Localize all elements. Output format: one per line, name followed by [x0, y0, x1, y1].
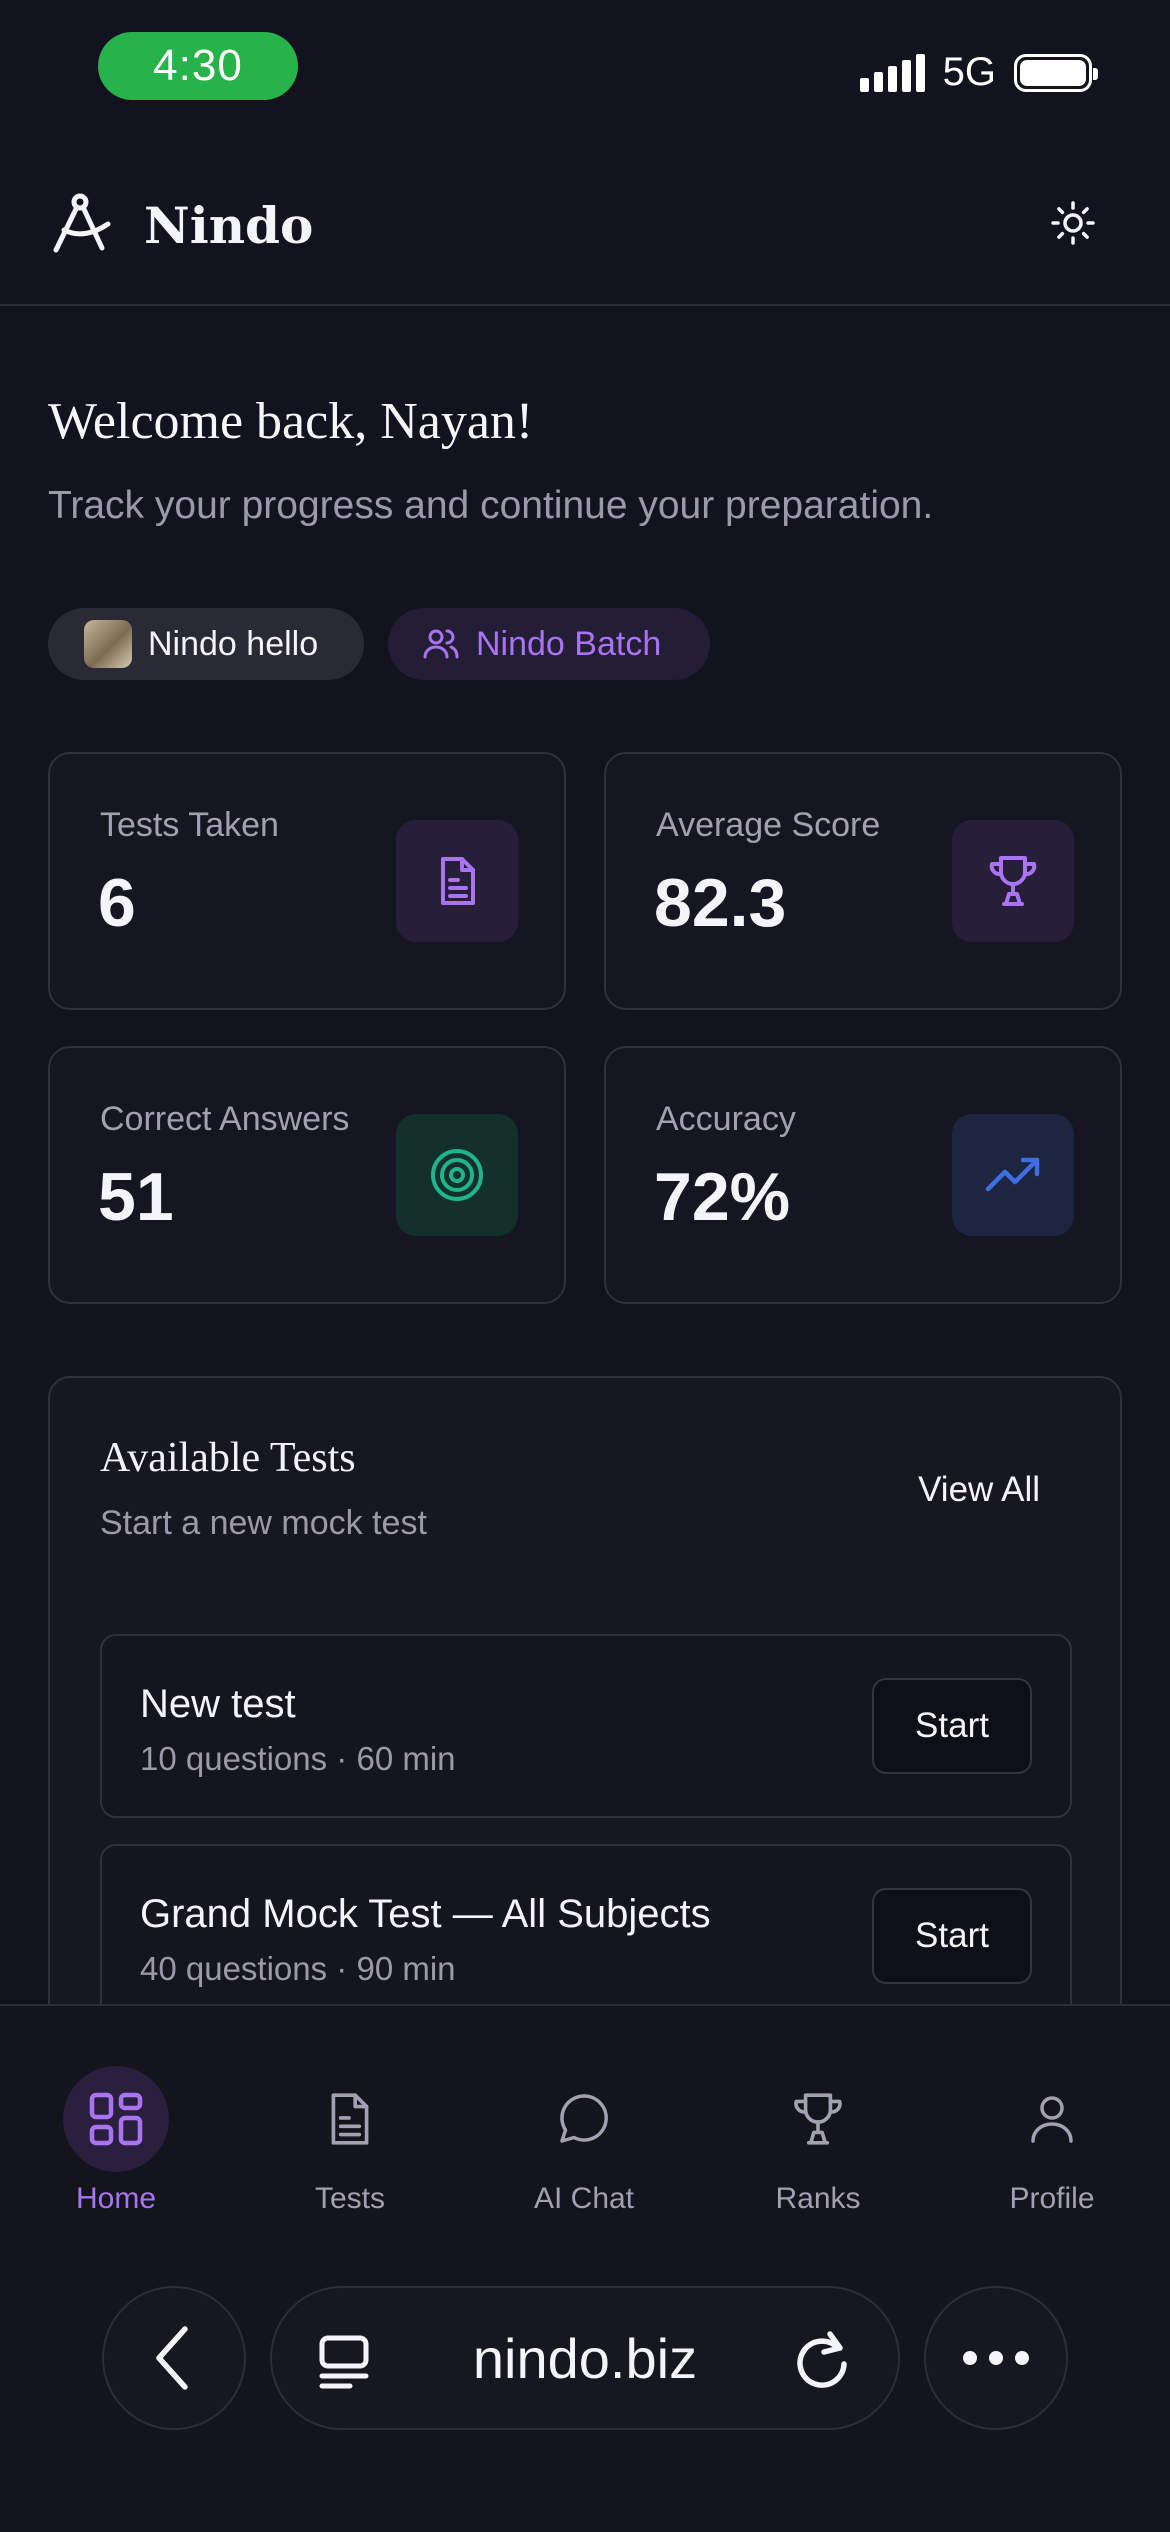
stat-value: 72% — [654, 1159, 791, 1235]
start-button[interactable]: Start — [872, 1678, 1032, 1774]
compass-logo-icon — [50, 190, 116, 256]
section-title: Available Tests — [100, 1435, 356, 1481]
user-chip[interactable]: Nindo hello — [48, 608, 364, 680]
browser-back-button[interactable] — [102, 2286, 246, 2430]
brand-name[interactable]: Nindo — [144, 196, 313, 255]
home-grid-icon — [63, 2066, 169, 2172]
view-all-link[interactable]: View All — [918, 1470, 1040, 1510]
stat-value: 82.3 — [654, 865, 787, 941]
app-header: Nindo — [0, 150, 1170, 306]
user-chip-label: Nindo hello — [148, 624, 319, 663]
more-horizontal-icon — [963, 2351, 1029, 2365]
status-time: 4:30 — [98, 32, 298, 100]
trophy-icon — [952, 820, 1074, 942]
welcome-subtitle: Track your progress and continue your pr… — [48, 484, 934, 527]
test-item[interactable]: Grand Mock Test — All Subjects 40 questi… — [100, 1844, 1072, 2028]
nav-item-home[interactable]: Home — [26, 2066, 206, 2216]
stat-label: Accuracy — [656, 1100, 796, 1138]
more-options-button[interactable] — [924, 2286, 1068, 2430]
trophy-icon — [765, 2066, 871, 2172]
users-icon — [423, 629, 459, 659]
nav-label: Profile — [1009, 2182, 1095, 2215]
available-tests-card: Available Tests Start a new mock test Vi… — [48, 1376, 1122, 2076]
avatar — [84, 620, 132, 668]
stat-card-accuracy: Accuracy 72% — [604, 1046, 1122, 1304]
battery-icon — [1014, 53, 1098, 92]
nav-label: Home — [75, 2182, 157, 2215]
nav-item-tests[interactable]: Tests — [260, 2066, 440, 2216]
batch-chip[interactable]: Nindo Batch — [388, 608, 710, 680]
batch-chip-label: Nindo Batch — [476, 624, 662, 663]
chat-bubble-icon — [531, 2066, 637, 2172]
target-icon — [396, 1114, 518, 1236]
test-item[interactable]: New test 10 questions · 60 min Start — [100, 1634, 1072, 1818]
theme-toggle-sun-icon[interactable] — [1040, 190, 1106, 256]
nav-item-ai-chat[interactable]: AI Chat — [494, 2066, 674, 2216]
bottom-navigation: Home Tests AI Chat Ranks Profile — [0, 2004, 1170, 2532]
trending-up-icon — [952, 1114, 1074, 1236]
nav-label: AI Chat — [533, 2182, 635, 2215]
stat-label: Correct Answers — [100, 1100, 350, 1138]
stat-label: Average Score — [656, 806, 881, 844]
signal-icon — [859, 53, 925, 92]
test-meta: 10 questions · 60 min — [140, 1740, 456, 1777]
nav-item-profile[interactable]: Profile — [962, 2066, 1142, 2216]
nav-item-ranks[interactable]: Ranks — [728, 2066, 908, 2216]
welcome-title: Welcome back, Nayan! — [48, 393, 534, 450]
stat-label: Tests Taken — [100, 806, 279, 844]
network-label: 5G — [942, 50, 996, 94]
chevron-left-icon — [156, 2326, 188, 2390]
start-button[interactable]: Start — [872, 1888, 1032, 1984]
test-meta: 40 questions · 90 min — [140, 1950, 456, 1987]
nav-label: Tests — [314, 2182, 386, 2215]
section-subtitle: Start a new mock test — [100, 1504, 427, 1542]
document-icon — [297, 2066, 403, 2172]
stat-card-tests-taken: Tests Taken 6 — [48, 752, 566, 1010]
address-bar[interactable]: nindo.biz — [270, 2286, 900, 2430]
nav-label: Ranks — [775, 2182, 861, 2215]
document-icon — [396, 820, 518, 942]
stat-value: 6 — [98, 865, 136, 941]
reload-icon[interactable] — [792, 2326, 858, 2401]
stat-card-correct-answers: Correct Answers 51 — [48, 1046, 566, 1304]
stat-value: 51 — [98, 1159, 174, 1235]
stat-card-average-score: Average Score 82.3 — [604, 752, 1122, 1010]
status-indicators: 5G — [859, 50, 1098, 95]
test-name: Grand Mock Test — All Subjects — [140, 1892, 711, 1936]
test-name: New test — [140, 1682, 296, 1726]
user-icon — [999, 2066, 1105, 2172]
